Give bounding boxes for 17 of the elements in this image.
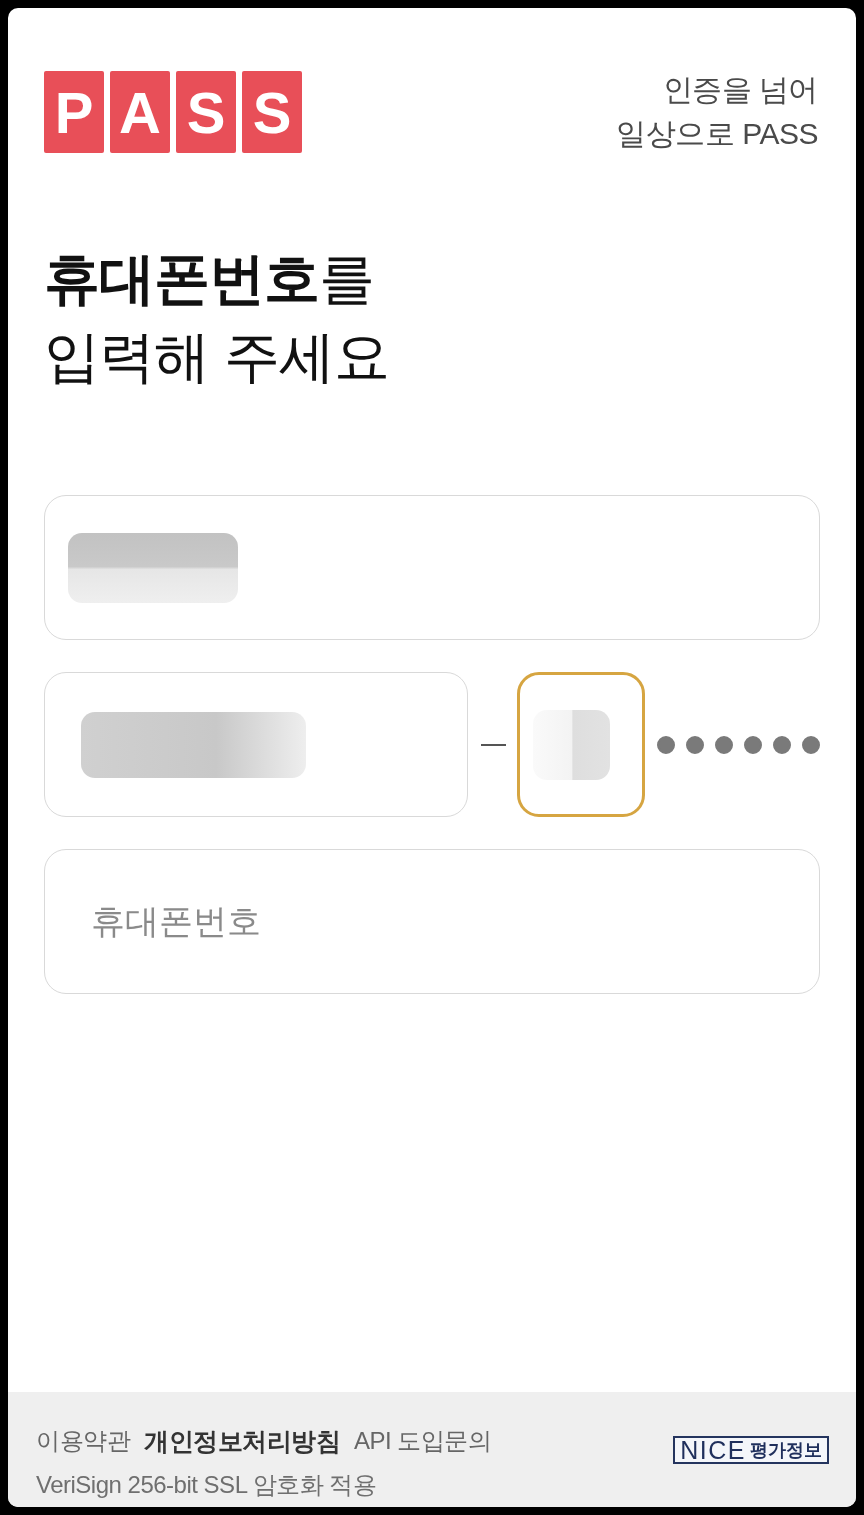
logo-letter-tile: A	[110, 71, 170, 153]
birthdate-field[interactable]	[44, 672, 468, 817]
logo-letter-tile: S	[242, 71, 302, 153]
tagline: 인증을 넘어 일상으로 PASS	[616, 72, 818, 152]
id-digit-field[interactable]	[517, 672, 645, 817]
logo-letter-tile: P	[44, 71, 104, 153]
footer-link[interactable]: API 도입문의	[354, 1419, 492, 1463]
footer-link[interactable]: 이용약관	[36, 1419, 130, 1463]
dash-icon	[481, 743, 506, 746]
logo-subtitle: 평가정보	[750, 1438, 822, 1462]
page-heading: 휴대폰번호를 입력해 주세요	[44, 246, 389, 390]
security-notice: VeriSign 256-bit SSL 암호화 적용	[36, 1470, 378, 1500]
phone-number-field[interactable]: 휴대폰번호	[44, 849, 820, 994]
name-field[interactable]	[44, 495, 820, 640]
logo-name: NICE	[680, 1437, 746, 1462]
logo-letter-tile: S	[176, 71, 236, 153]
footer-link[interactable]: 개인정보처리방침	[144, 1419, 340, 1463]
